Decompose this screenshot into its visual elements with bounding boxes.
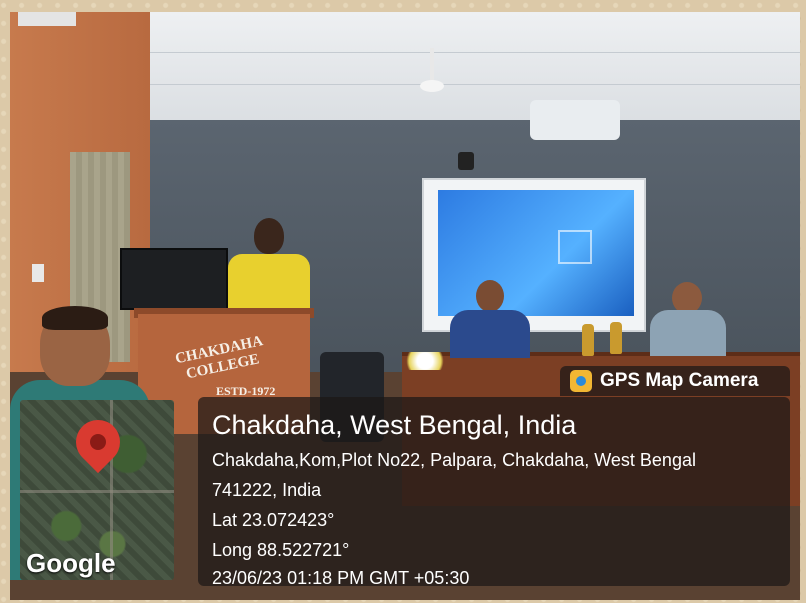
speaker-woman [228, 218, 310, 316]
cctv-camera [458, 152, 474, 170]
monitor [120, 248, 228, 310]
latitude: Lat 23.072423° [212, 510, 335, 530]
pin-dot [90, 434, 106, 450]
wall-switch [32, 264, 44, 282]
torso [450, 310, 530, 358]
ceiling-panel-line [150, 52, 800, 53]
ceiling-panel-line [150, 84, 800, 85]
longitude: Long 88.522721° [212, 540, 350, 560]
map-thumbnail: Google [20, 400, 174, 580]
address-line-2: 741222, India [212, 480, 322, 500]
location-title: Chakdaha, West Bengal, India [212, 410, 577, 440]
seated-woman [650, 280, 726, 356]
app-badge: GPS Map Camera [560, 366, 790, 396]
torso [228, 254, 310, 316]
projector [530, 100, 620, 140]
address-line-1: Chakdaha,Kom,Plot No22, Palpara, Chakdah… [212, 450, 696, 470]
seated-man [450, 280, 530, 358]
flowers [400, 352, 450, 370]
trophy [582, 324, 594, 356]
map-road [20, 490, 174, 493]
timestamp: 23/06/23 01:18 PM GMT +05:30 [212, 568, 470, 588]
head [476, 280, 504, 312]
map-pin-icon [66, 410, 130, 488]
hair [42, 306, 108, 330]
head [254, 218, 284, 254]
ceiling-fan [412, 48, 452, 98]
air-conditioner [18, 12, 76, 26]
fan-hub [420, 80, 444, 92]
torso [650, 310, 726, 356]
gps-map-camera-icon [570, 370, 592, 392]
map-brand: Google [26, 548, 116, 578]
fan-rod [430, 48, 434, 82]
trophy [610, 322, 622, 354]
windows-logo [558, 230, 592, 264]
app-badge-label: GPS Map Camera [600, 370, 759, 391]
